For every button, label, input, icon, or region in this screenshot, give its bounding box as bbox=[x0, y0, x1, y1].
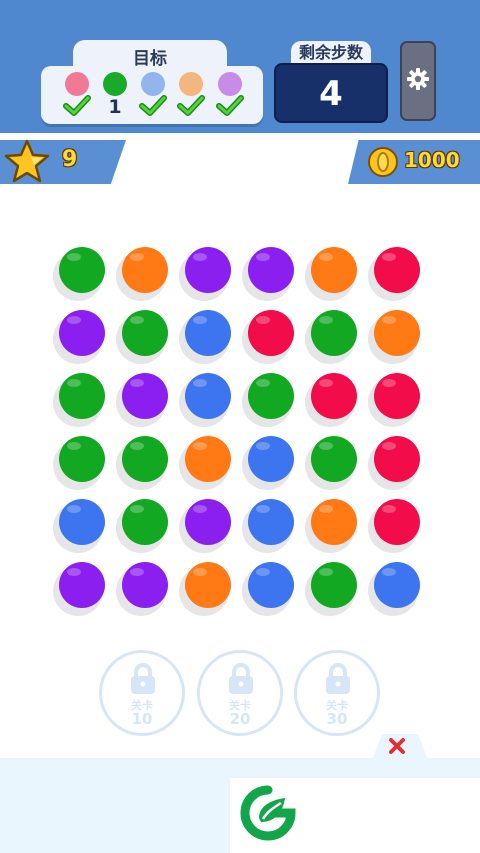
level-number: 10 bbox=[131, 710, 153, 728]
ball-blue[interactable] bbox=[248, 436, 294, 482]
ball-green[interactable] bbox=[311, 436, 357, 482]
ball-green[interactable] bbox=[122, 310, 168, 356]
ball-green[interactable] bbox=[59, 436, 105, 482]
ball-blue[interactable] bbox=[374, 562, 420, 608]
app-logo-icon bbox=[240, 785, 296, 841]
ball-blue[interactable] bbox=[248, 499, 294, 545]
level-number: 30 bbox=[326, 710, 348, 728]
level-number: 20 bbox=[229, 710, 251, 728]
ball-red[interactable] bbox=[311, 373, 357, 419]
ball-green[interactable] bbox=[311, 310, 357, 356]
ball-green[interactable] bbox=[122, 436, 168, 482]
lock-icon bbox=[131, 663, 155, 694]
ball-orange[interactable] bbox=[374, 310, 420, 356]
ball-purple[interactable] bbox=[185, 499, 231, 545]
ball-orange[interactable] bbox=[185, 436, 231, 482]
ball-green[interactable] bbox=[59, 373, 105, 419]
lock-icon bbox=[326, 663, 350, 694]
ball-red[interactable] bbox=[248, 310, 294, 356]
ball-red[interactable] bbox=[374, 373, 420, 419]
ball-green[interactable] bbox=[311, 562, 357, 608]
ball-purple[interactable] bbox=[185, 247, 231, 293]
ball-red[interactable] bbox=[374, 436, 420, 482]
ball-purple[interactable] bbox=[59, 562, 105, 608]
ball-blue[interactable] bbox=[185, 373, 231, 419]
ball-orange[interactable] bbox=[122, 247, 168, 293]
ball-purple[interactable] bbox=[122, 562, 168, 608]
ball-orange[interactable] bbox=[185, 562, 231, 608]
close-icon[interactable] bbox=[387, 736, 407, 756]
locked-level[interactable]: 关卡 20 bbox=[197, 650, 283, 736]
ball-green[interactable] bbox=[248, 373, 294, 419]
ball-blue[interactable] bbox=[248, 562, 294, 608]
locked-level[interactable]: 关卡 10 bbox=[99, 650, 185, 736]
ball-orange[interactable] bbox=[311, 247, 357, 293]
ball-purple[interactable] bbox=[59, 310, 105, 356]
ball-green[interactable] bbox=[122, 499, 168, 545]
locked-level[interactable]: 关卡 30 bbox=[294, 650, 380, 736]
ball-orange[interactable] bbox=[311, 499, 357, 545]
ball-red[interactable] bbox=[374, 247, 420, 293]
ball-purple[interactable] bbox=[248, 247, 294, 293]
ball-green[interactable] bbox=[59, 247, 105, 293]
ball-purple[interactable] bbox=[122, 373, 168, 419]
ball-blue[interactable] bbox=[185, 310, 231, 356]
lock-icon bbox=[229, 663, 253, 694]
ball-blue[interactable] bbox=[59, 499, 105, 545]
ball-red[interactable] bbox=[374, 499, 420, 545]
